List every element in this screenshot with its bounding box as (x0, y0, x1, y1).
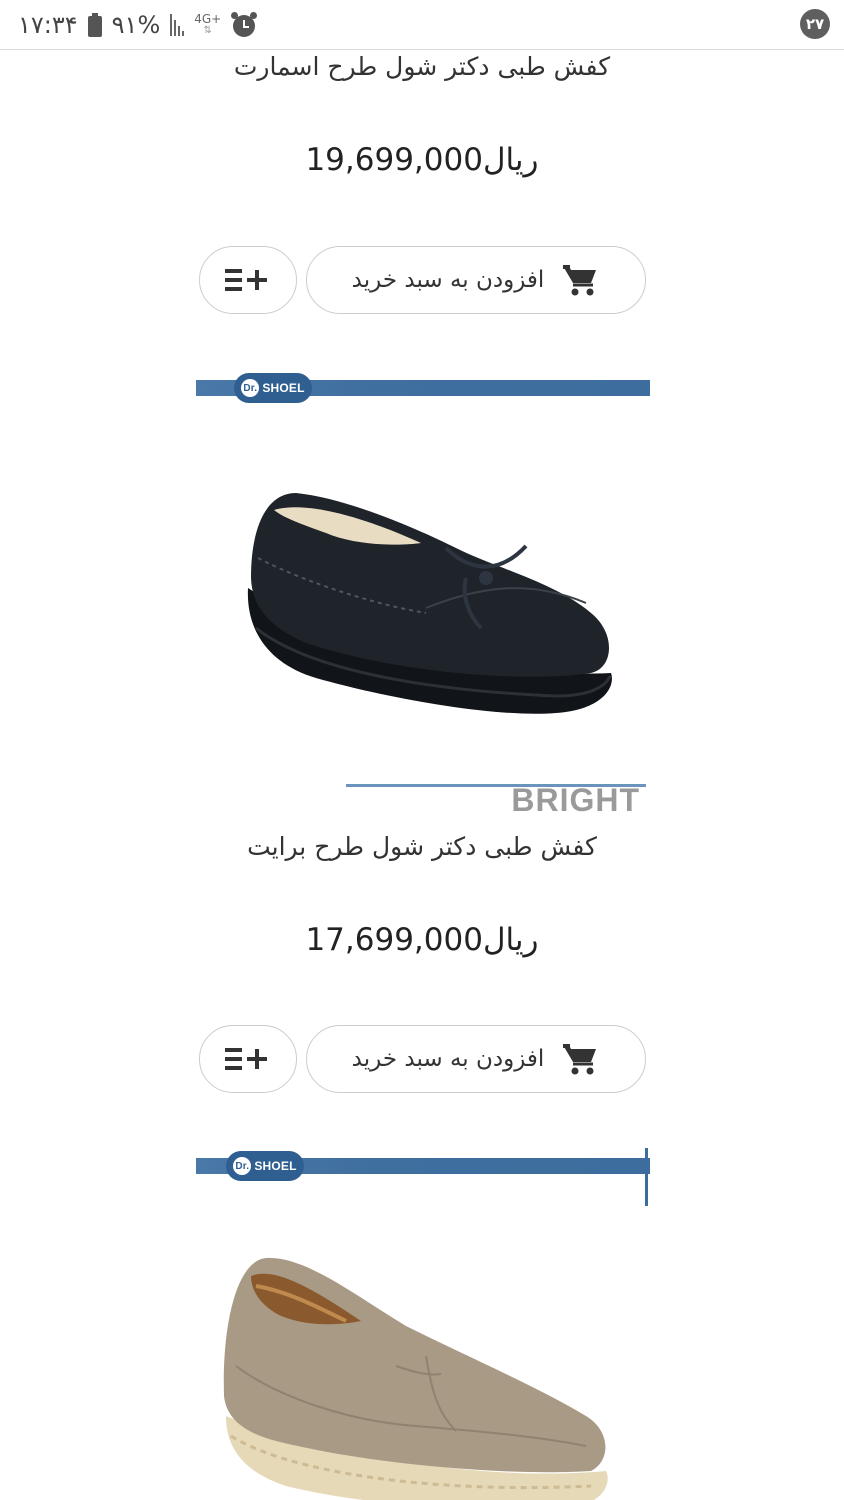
product-title[interactable]: کفش طبی دکتر شول طرح اسمارت (0, 52, 844, 81)
brand-band-edge (645, 1148, 648, 1206)
network-type: 4G+ (194, 12, 222, 26)
add-to-cart-button[interactable]: افزودن به سبد خرید (306, 246, 646, 314)
brand-logo: Dr. SHOEL (226, 1151, 304, 1181)
add-to-cart-label: افزودن به سبد خرید (351, 267, 545, 293)
model-name: BRIGHT (511, 782, 640, 818)
battery-icon (87, 13, 102, 37)
add-to-cart-label: افزودن به سبد خرید (351, 1046, 545, 1072)
add-to-compare-button[interactable] (199, 246, 297, 314)
brand-logo: Dr. SHOEL (234, 373, 312, 403)
add-to-compare-button[interactable] (199, 1025, 297, 1093)
status-bar-left: ۱۷:۳۴ ۹۱% 4G+ ⇅ (18, 8, 258, 42)
status-bar: ۱۷:۳۴ ۹۱% 4G+ ⇅ ۲۷ (0, 0, 844, 50)
alarm-icon (231, 12, 258, 38)
cart-icon (563, 1044, 597, 1075)
product-image[interactable]: Dr. SHOEL (196, 1146, 650, 1500)
cart-icon (563, 265, 597, 296)
add-to-cart-button[interactable]: افزودن به سبد خرید (306, 1025, 646, 1093)
list-add-icon (225, 1048, 267, 1070)
battery-percent: ۹۱% (111, 11, 161, 39)
notification-badge: ۲۷ (800, 9, 830, 39)
shoe-illustration (223, 1257, 608, 1500)
product-price: 17,699,000ریال (305, 922, 539, 958)
clock: ۱۷:۳۴ (18, 11, 78, 39)
product-price: 19,699,000ریال (305, 142, 539, 178)
product-image[interactable]: Dr. SHOEL BRIGHT (196, 368, 650, 820)
shoe-illustration (247, 493, 612, 714)
network-type-icon: 4G+ ⇅ (194, 12, 222, 36)
list-add-icon (225, 269, 267, 291)
product-title[interactable]: کفش طبی دکتر شول طرح برایت (0, 832, 844, 861)
signal-icon (170, 14, 185, 36)
